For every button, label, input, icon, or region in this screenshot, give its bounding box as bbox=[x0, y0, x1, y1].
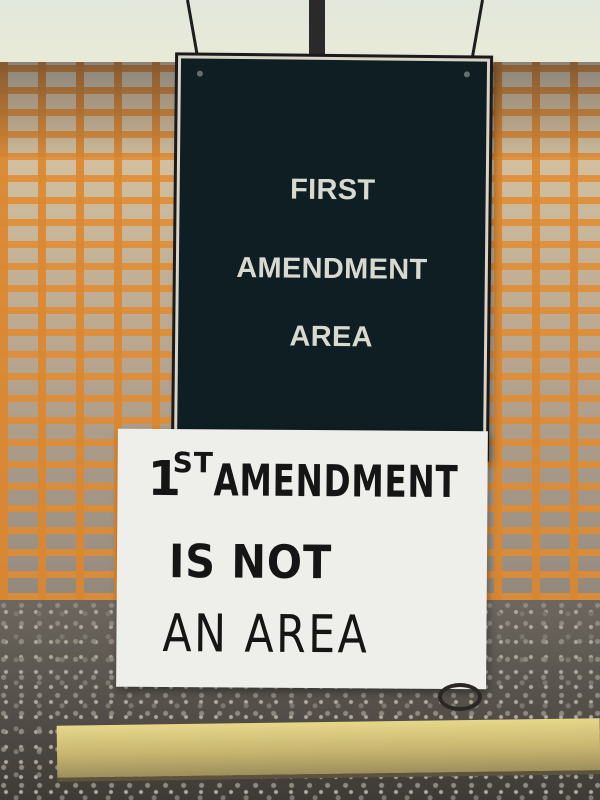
sign-line-2: AMENDMENT bbox=[236, 251, 428, 286]
sign-line-1: FIRST bbox=[289, 173, 376, 207]
sign-bolt bbox=[463, 71, 470, 78]
sign-pole bbox=[309, 0, 325, 60]
poster-ordinal-superscript: ST bbox=[172, 446, 215, 480]
left-hanging-wire bbox=[186, 0, 200, 60]
poster-line-3: AN AREA bbox=[162, 604, 370, 666]
sign-bolt bbox=[196, 70, 203, 77]
wooden-board bbox=[56, 718, 600, 782]
right-hanging-wire bbox=[469, 0, 484, 65]
handwritten-poster: 1 ST AMENDMENT IS NOT AN AREA bbox=[116, 428, 488, 690]
photo-scene: FIRST AMENDMENT AREA 1 ST AMENDMENT IS N… bbox=[0, 0, 600, 800]
metal-ring-on-ground bbox=[438, 683, 482, 711]
poster-line-1: AMENDMENT bbox=[213, 455, 459, 509]
sign-line-3: AREA bbox=[289, 320, 374, 354]
poster-line-2: IS NOT bbox=[168, 534, 333, 590]
black-metal-sign: FIRST AMENDMENT AREA bbox=[173, 55, 491, 459]
